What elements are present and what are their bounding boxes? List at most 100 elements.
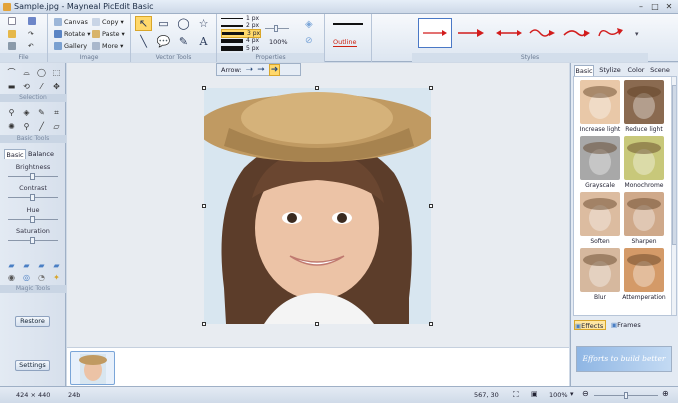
poly-lasso-icon[interactable]: ⌓: [21, 67, 32, 78]
ellipse-tool[interactable]: ◯: [175, 16, 192, 31]
promo-banner[interactable]: Efforts to build better: [576, 346, 672, 372]
select-arrow-tool[interactable]: ↖: [135, 16, 152, 31]
brightness-slider[interactable]: [8, 173, 58, 180]
magic-tool-1-icon[interactable]: ▰: [6, 260, 17, 271]
settings-button[interactable]: Settings: [15, 360, 50, 371]
hue-slider[interactable]: [8, 216, 58, 223]
resize-handle-br[interactable]: [429, 322, 433, 326]
move-icon[interactable]: ✥: [51, 81, 62, 92]
stroke-2px[interactable]: 2 px: [221, 22, 259, 29]
actual-size-icon[interactable]: ▣: [531, 390, 538, 398]
sharpen-tool-icon[interactable]: ◔: [36, 272, 47, 283]
effect-thumbnail[interactable]: [580, 192, 620, 236]
fill-bucket-icon[interactable]: ◈: [305, 19, 313, 30]
opacity-slider[interactable]: [265, 25, 289, 32]
outline-dropdown[interactable]: Outline: [333, 38, 357, 47]
styles-more-icon[interactable]: ▾: [635, 30, 639, 38]
save-icon[interactable]: [28, 17, 36, 25]
eraser-icon[interactable]: ▱: [51, 121, 62, 132]
resize-handle-tr[interactable]: [429, 86, 433, 90]
magic-tool-2-icon[interactable]: ▰: [21, 260, 32, 271]
stroke-5px[interactable]: 5 px: [221, 45, 259, 52]
zoom-tool-icon[interactable]: ⚲: [21, 121, 32, 132]
effect-thumbnail[interactable]: [624, 192, 664, 236]
zoom-in-icon[interactable]: ⊕: [662, 389, 669, 398]
stamp-icon[interactable]: ⚲: [6, 107, 17, 118]
open-folder-icon[interactable]: [8, 30, 16, 38]
minimize-button[interactable]: –: [634, 2, 648, 12]
resize-handle-bc[interactable]: [315, 322, 319, 326]
arrow-style-1[interactable]: [418, 18, 452, 48]
eraser-select-icon[interactable]: ▬: [6, 81, 17, 92]
print-icon[interactable]: [8, 42, 16, 50]
zoom-slider[interactable]: [594, 392, 658, 399]
canvas-area[interactable]: [67, 63, 569, 347]
line-style-select[interactable]: [333, 23, 363, 25]
effect-thumbnail[interactable]: [580, 248, 620, 292]
tab-balance[interactable]: Balance: [27, 149, 55, 159]
image-canvas[interactable]: [204, 88, 431, 324]
effect-thumbnail[interactable]: [624, 248, 664, 292]
redo-icon[interactable]: ↷: [28, 30, 33, 38]
effect-thumbnail[interactable]: [580, 80, 620, 124]
magic-brush-icon[interactable]: ✦: [51, 272, 62, 283]
resize-handle-tl[interactable]: [202, 86, 206, 90]
tab-scene[interactable]: Scene: [649, 65, 671, 76]
undo-icon[interactable]: ↶: [28, 42, 33, 50]
arrow-style-5[interactable]: [560, 18, 594, 48]
new-file-icon[interactable]: [8, 17, 16, 25]
effects-scrollbar[interactable]: [671, 77, 676, 315]
rotate-button[interactable]: Rotate ▾: [54, 30, 91, 38]
paste-button[interactable]: Paste ▾: [92, 30, 125, 38]
restore-button[interactable]: Restore: [15, 316, 50, 327]
effect-thumbnail[interactable]: [580, 136, 620, 180]
resize-handle-bl[interactable]: [202, 322, 206, 326]
zoom-dropdown-icon[interactable]: ▾: [570, 390, 574, 398]
arrow-style-3[interactable]: [492, 18, 526, 48]
brush-icon[interactable]: ╱: [36, 121, 47, 132]
magic-lasso-icon[interactable]: ⟲: [21, 81, 32, 92]
red-eye-icon[interactable]: ◉: [6, 272, 17, 283]
tab-effects-basic[interactable]: Basic: [574, 65, 594, 76]
thumbnail-sample[interactable]: [70, 351, 115, 385]
fit-screen-icon[interactable]: ⛶: [513, 390, 519, 400]
crop-icon[interactable]: ⌗: [51, 107, 62, 118]
saturation-slider[interactable]: [8, 237, 58, 244]
resize-handle-ml[interactable]: [202, 204, 206, 208]
bucket-icon[interactable]: ◈: [21, 107, 32, 118]
pen-tool[interactable]: ✎: [175, 34, 192, 49]
line-tool[interactable]: ╲: [135, 34, 152, 49]
stroke-4px[interactable]: 4 px: [221, 37, 259, 44]
tab-color[interactable]: Color: [626, 65, 646, 76]
no-fill-icon[interactable]: ⊘: [305, 36, 313, 46]
text-tool[interactable]: A: [195, 34, 212, 49]
star-tool[interactable]: ☆: [195, 16, 212, 31]
zoom-out-icon[interactable]: ⊖: [582, 389, 589, 398]
rectangle-tool[interactable]: ▭: [155, 16, 172, 31]
resize-handle-mr[interactable]: [429, 204, 433, 208]
frames-tab[interactable]: ▣Frames: [611, 320, 643, 330]
maximize-button[interactable]: □: [648, 2, 662, 12]
more-button[interactable]: More ▾: [92, 42, 123, 50]
rect-select-icon[interactable]: ⬚: [51, 67, 62, 78]
arrow-head-end-icon[interactable]: ➝: [246, 65, 254, 75]
magic-wand-icon[interactable]: ⁄: [36, 81, 47, 92]
pencil-icon[interactable]: ✎: [36, 107, 47, 118]
effect-thumbnail[interactable]: [624, 80, 664, 124]
contrast-slider[interactable]: [8, 194, 58, 201]
effects-tab[interactable]: ▣Effects: [574, 320, 606, 330]
spot-heal-icon[interactable]: ✺: [6, 121, 17, 132]
magic-tool-3-icon[interactable]: ▰: [36, 260, 47, 271]
warp-icon[interactable]: ◎: [21, 272, 32, 283]
stroke-1px[interactable]: 1 px: [221, 15, 259, 22]
arrow-style-4[interactable]: [526, 18, 560, 48]
arrow-style-2[interactable]: [454, 18, 488, 48]
callout-tool[interactable]: 💬: [155, 34, 172, 49]
canvas-button[interactable]: Canvas: [54, 18, 88, 26]
gallery-button[interactable]: Gallery: [54, 42, 87, 50]
lasso-icon[interactable]: ⌒: [6, 67, 17, 78]
arrow-style-6[interactable]: [594, 18, 628, 48]
ellipse-select-icon[interactable]: ◯: [36, 67, 47, 78]
tab-stylize[interactable]: Stylize: [598, 65, 622, 76]
arrow-head-both-icon[interactable]: ➜: [268, 63, 281, 76]
